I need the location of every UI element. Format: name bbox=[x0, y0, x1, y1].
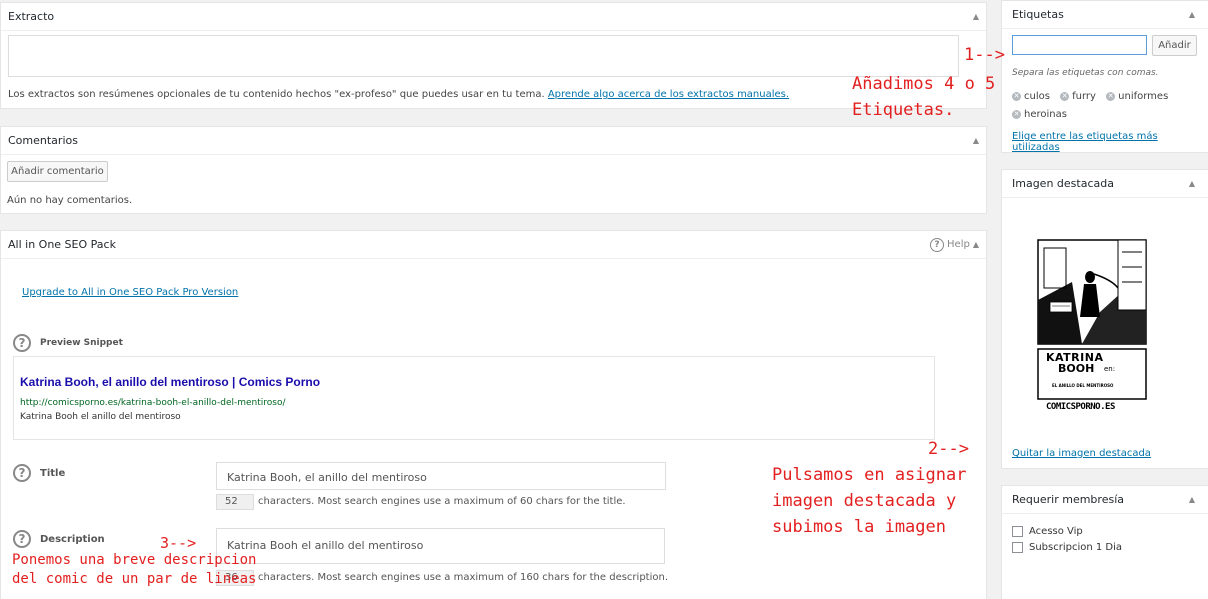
upgrade-link[interactable]: Upgrade to All in One SEO Pack Pro Versi… bbox=[22, 287, 238, 298]
featured-image-header[interactable]: Imagen destacada ▲ bbox=[1002, 170, 1208, 198]
choose-tags-link[interactable]: Elige entre las etiquetas más utilizadas bbox=[1012, 131, 1208, 153]
tag-item: ✕ heroinas bbox=[1012, 106, 1067, 123]
annotation-3-line1: Ponemos una breve descripcion bbox=[12, 552, 257, 568]
option-label: Subscripcion 1 Dia bbox=[1029, 542, 1123, 553]
remove-tag-icon[interactable]: ✕ bbox=[1060, 92, 1070, 101]
snippet-preview: Katrina Booh, el anillo del mentiroso | … bbox=[13, 356, 935, 440]
tags-header[interactable]: Etiquetas ▲ bbox=[1002, 1, 1208, 29]
seo-box: All in One SEO Pack ? Help ▲ Upgrade to … bbox=[0, 230, 987, 599]
excerpt-header[interactable]: Extracto ▲ bbox=[1, 3, 986, 31]
cover-site: COMICSPORNO.ES bbox=[1046, 402, 1115, 412]
excerpt-help: Los extractos son resúmenes opcionales d… bbox=[8, 89, 789, 100]
featured-image[interactable]: KATRINA BOOH en: EL ANILLO DEL MENTIROSO… bbox=[1022, 222, 1166, 422]
comments-header[interactable]: Comentarios ▲ bbox=[1, 127, 986, 155]
comments-empty-text: Aún no hay comentarios. bbox=[7, 195, 133, 206]
description-label: Description bbox=[40, 534, 105, 545]
annotation-2-line2: imagen destacada y bbox=[772, 491, 957, 511]
collapse-icon[interactable]: ▲ bbox=[973, 240, 979, 249]
membership-options: Acesso Vip Subscripcion 1 Dia bbox=[1012, 526, 1122, 558]
preview-snippet-label: Preview Snippet bbox=[40, 338, 123, 348]
seo-title-input[interactable]: Katrina Booh, el anillo del mentiroso bbox=[216, 462, 666, 490]
tag-item: ✕ uniformes bbox=[1106, 88, 1168, 105]
title-label: Title bbox=[40, 468, 66, 479]
annotation-2-line1: Pulsamos en asignar bbox=[772, 465, 967, 485]
membership-title: Requerir membresía bbox=[1012, 493, 1124, 506]
help-icon[interactable]: ? bbox=[13, 464, 31, 482]
help-icon[interactable]: ? bbox=[13, 530, 31, 548]
help-icon[interactable]: ? bbox=[13, 334, 31, 352]
option-label: Acesso Vip bbox=[1029, 526, 1083, 537]
tag-item: ✕ furry bbox=[1060, 88, 1096, 105]
add-tag-button[interactable]: Añadir bbox=[1152, 35, 1197, 56]
help-icon[interactable]: ? bbox=[930, 237, 945, 252]
help-label[interactable]: Help bbox=[947, 239, 970, 250]
tag-item: ✕ culos bbox=[1012, 88, 1050, 105]
comments-title: Comentarios bbox=[8, 134, 78, 147]
excerpt-box: Extracto ▲ Los extractos son resúmenes o… bbox=[0, 2, 987, 109]
membership-option[interactable]: Acesso Vip bbox=[1012, 526, 1122, 537]
remove-featured-image-link[interactable]: Quitar la imagen destacada bbox=[1012, 448, 1151, 459]
featured-image-box: Imagen destacada ▲ KATRINA BOOH en: EL A… bbox=[1001, 169, 1208, 469]
remove-tag-icon[interactable]: ✕ bbox=[1012, 92, 1021, 101]
excerpt-help-text: Los extractos son resúmenes opcionales d… bbox=[8, 89, 545, 100]
title-char-count: 52 bbox=[216, 494, 254, 510]
tag-label: uniformes bbox=[1118, 91, 1169, 102]
cover-en: en: bbox=[1104, 365, 1116, 373]
tag-hint: Separa las etiquetas con comas. bbox=[1012, 68, 1159, 78]
annotation-3-line2: del comic de un par de lineas bbox=[12, 571, 257, 587]
annotation-2-line3: subimos la imagen bbox=[772, 517, 946, 537]
membership-box: Requerir membresía ▲ Acesso Vip Subscrip… bbox=[1001, 485, 1208, 599]
remove-tag-icon[interactable]: ✕ bbox=[1106, 92, 1116, 101]
seo-header[interactable]: All in One SEO Pack ? Help ▲ bbox=[1, 231, 986, 259]
seo-description-input[interactable]: Katrina Booh el anillo del mentiroso bbox=[216, 528, 665, 564]
tag-label: furry bbox=[1072, 91, 1096, 102]
annotation-1-line2: Etiquetas. bbox=[852, 100, 955, 120]
collapse-icon[interactable]: ▲ bbox=[973, 12, 979, 21]
seo-title: All in One SEO Pack bbox=[8, 238, 116, 251]
excerpt-textarea[interactable] bbox=[8, 35, 959, 77]
membership-option[interactable]: Subscripcion 1 Dia bbox=[1012, 542, 1122, 553]
comments-box: Comentarios ▲ Añadir comentario Aún no h… bbox=[0, 126, 987, 214]
checkbox[interactable] bbox=[1012, 542, 1023, 553]
collapse-icon[interactable]: ▲ bbox=[1189, 495, 1195, 504]
add-comment-button[interactable]: Añadir comentario bbox=[7, 161, 108, 182]
description-count-note: characters. Most search engines use a ma… bbox=[258, 572, 668, 583]
comic-cover-art bbox=[1037, 239, 1147, 416]
featured-image-title: Imagen destacada bbox=[1012, 177, 1114, 190]
tag-label: culos bbox=[1024, 91, 1050, 102]
annotation-1-line1: Añadimos 4 o 5 bbox=[852, 74, 996, 94]
collapse-icon[interactable]: ▲ bbox=[973, 136, 979, 145]
membership-header[interactable]: Requerir membresía ▲ bbox=[1002, 486, 1208, 514]
tag-input[interactable] bbox=[1012, 35, 1147, 55]
tags-box: Etiquetas ▲ Añadir Separa las etiquetas … bbox=[1001, 0, 1208, 153]
excerpt-title: Extracto bbox=[8, 10, 55, 23]
annotation-2-arrow: 2--> bbox=[928, 439, 969, 459]
snippet-title: Katrina Booh, el anillo del mentiroso | … bbox=[20, 375, 321, 389]
tags-title: Etiquetas bbox=[1012, 8, 1064, 21]
excerpt-help-link[interactable]: Aprende algo acerca de los extractos man… bbox=[548, 89, 789, 100]
snippet-description: Katrina Booh el anillo del mentiroso bbox=[20, 412, 181, 422]
tag-list: ✕ culos ✕ furry ✕ uniformes ✕ heroinas bbox=[1012, 87, 1202, 123]
cover-subtitle: EL ANILLO DEL MENTIROSO bbox=[1052, 383, 1114, 388]
remove-tag-icon[interactable]: ✕ bbox=[1012, 110, 1021, 119]
checkbox[interactable] bbox=[1012, 526, 1023, 537]
cover-title-line2: BOOH bbox=[1058, 362, 1095, 375]
collapse-icon[interactable]: ▲ bbox=[1189, 179, 1195, 188]
snippet-url: http://comicsporno.es/katrina-booh-el-an… bbox=[20, 398, 286, 408]
annotation-1-arrow: 1--> bbox=[964, 45, 1005, 65]
tag-label: heroinas bbox=[1024, 109, 1067, 120]
collapse-icon[interactable]: ▲ bbox=[1189, 10, 1195, 19]
title-count-note: characters. Most search engines use a ma… bbox=[258, 496, 626, 507]
